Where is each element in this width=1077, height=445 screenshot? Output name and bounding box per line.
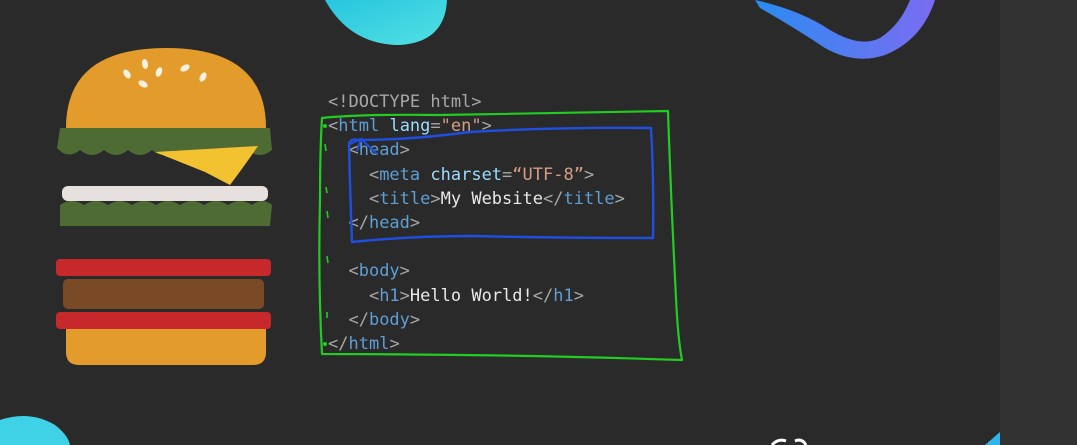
green-tick-marks [324, 143, 329, 318]
green-dot-bottom [323, 342, 327, 346]
blue-arrow-mark [349, 137, 378, 155]
annotation-layer [318, 109, 684, 362]
blue-box-annotation [347, 126, 655, 244]
green-dot-top [323, 124, 327, 128]
